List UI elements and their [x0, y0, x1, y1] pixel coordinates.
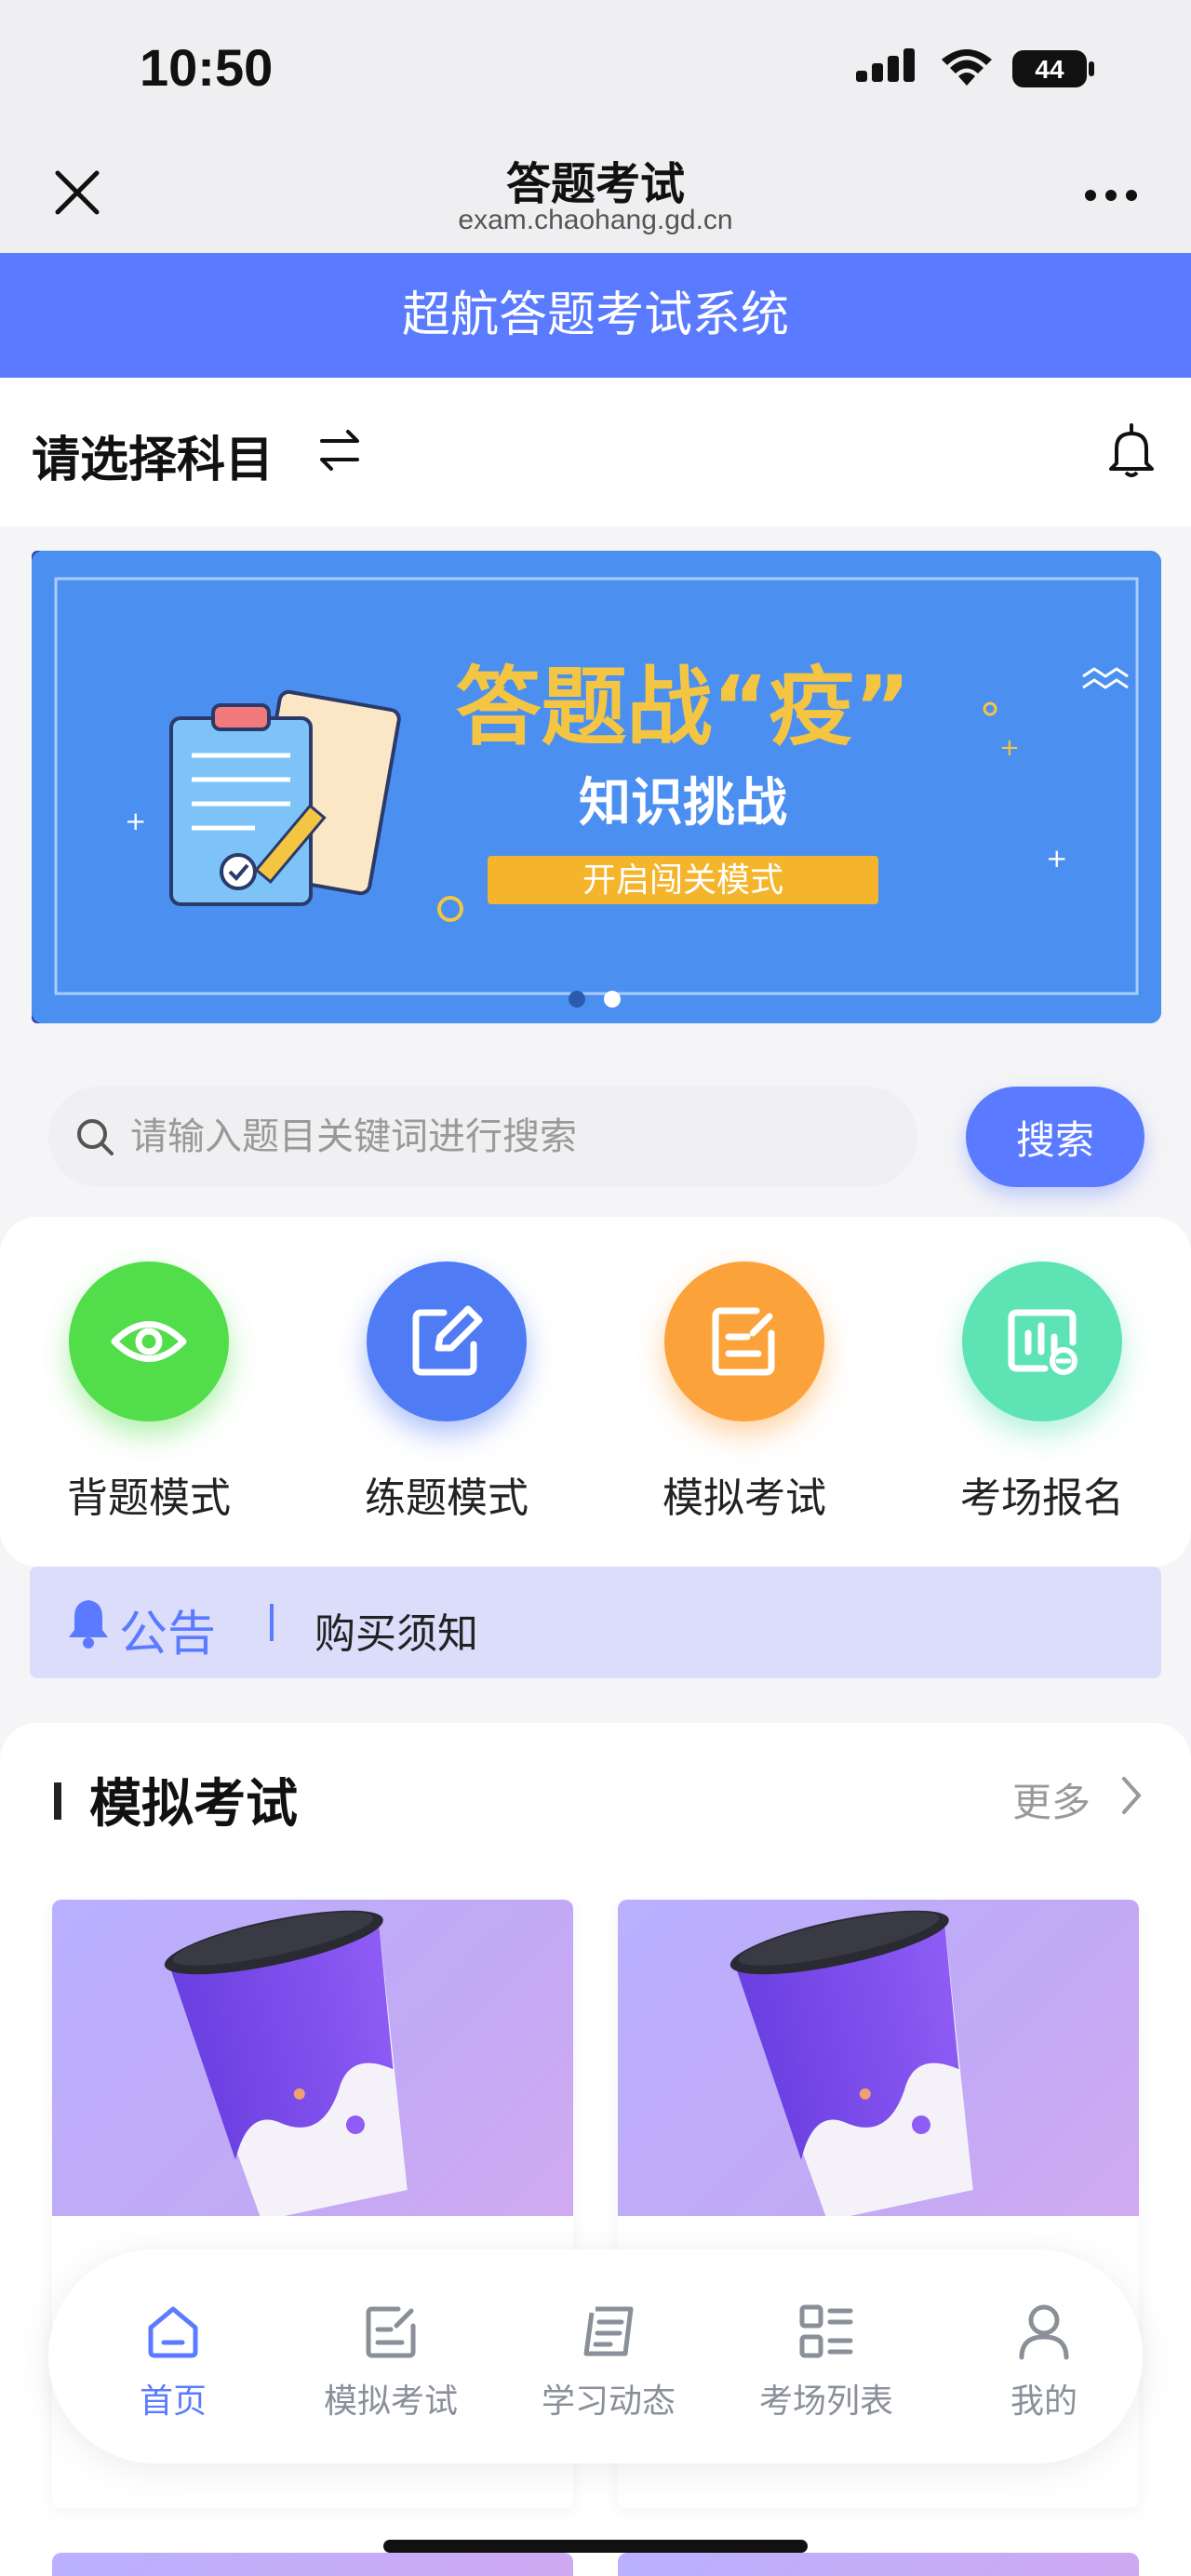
- mode-label: 模拟考试: [662, 1475, 826, 1522]
- mode-exam-registration[interactable]: 考场报名: [930, 1261, 1154, 1524]
- tab-home[interactable]: 首页: [80, 2302, 266, 2423]
- more-icon[interactable]: [1083, 188, 1139, 203]
- notice-bell-icon: [69, 1600, 108, 1648]
- cellular-signal-icon: [856, 48, 915, 82]
- notice-divider: [270, 1604, 274, 1641]
- app-title-bar: 超航答题考试系统: [0, 253, 1191, 378]
- edit-icon: [367, 1261, 527, 1421]
- page-url: exam.chaohang.gd.cn: [458, 205, 733, 235]
- banner-subtitle: 知识挑战: [579, 773, 787, 834]
- tab-label: 我的: [1010, 2382, 1077, 2421]
- chevron-right-icon[interactable]: [1118, 1775, 1144, 1816]
- mode-label: 背题模式: [67, 1475, 231, 1522]
- mode-label: 考场报名: [960, 1475, 1124, 1522]
- banner-carousel[interactable]: + + + 答题战“疫” 知识挑战 开启闯关模式: [32, 551, 1161, 1023]
- exam-card-peek: [52, 2553, 573, 2576]
- search-icon: [77, 1119, 114, 1155]
- exam-edit-icon: [366, 2306, 416, 2358]
- section-marker: [54, 1782, 61, 1820]
- bottom-tab-bar: 首页 模拟考试 学习动态 考场列表 我的: [48, 2249, 1143, 2463]
- exam-card-image: [618, 1900, 1139, 2222]
- notice-bar[interactable]: 公告 购买须知: [30, 1567, 1161, 1678]
- banner-headline: 答题战“疫”: [456, 658, 911, 757]
- search-box[interactable]: [48, 1087, 917, 1187]
- carousel-dot-1: [569, 991, 585, 1008]
- banner-cta: 开启闯关模式: [582, 861, 783, 900]
- exam-card-image: [52, 1900, 573, 2222]
- subject-selector[interactable]: 请选择科目: [0, 378, 1191, 527]
- exam-paper-icon: [664, 1261, 824, 1421]
- bell-icon[interactable]: [1107, 422, 1156, 478]
- tab-label: 首页: [139, 2382, 207, 2421]
- browser-header: 答题考试 exam.chaohang.gd.cn: [0, 140, 1191, 253]
- banner-artwork: + + + 答题战“疫” 知识挑战 开启闯关模式: [32, 551, 1161, 1023]
- tab-label: 模拟考试: [323, 2382, 458, 2421]
- home-icon: [148, 2306, 198, 2358]
- section-title: 模拟考试: [89, 1774, 298, 1835]
- eye-icon: [69, 1261, 229, 1421]
- home-indicator: [383, 2540, 808, 2553]
- svg-text:+: +: [125, 806, 146, 836]
- mode-grid: 背题模式 练题模式 模拟考试 考场报名: [0, 1217, 1191, 1567]
- status-time: 10:50: [140, 38, 274, 97]
- tab-label: 学习动态: [541, 2382, 676, 2421]
- battery-level: 44: [1035, 55, 1064, 84]
- news-icon: [583, 2306, 634, 2356]
- tab-mine[interactable]: 我的: [951, 2302, 1137, 2423]
- tab-mock-exam[interactable]: 模拟考试: [298, 2302, 484, 2423]
- tab-label: 考场列表: [758, 2382, 893, 2421]
- swap-icon[interactable]: [316, 424, 363, 476]
- list-grid-icon: [799, 2304, 853, 2358]
- exam-card-peek: [618, 2553, 1139, 2576]
- tab-exam-list[interactable]: 考场列表: [733, 2302, 919, 2423]
- wifi-icon: [942, 49, 992, 86]
- tab-learning-news[interactable]: 学习动态: [515, 2302, 702, 2423]
- subject-label[interactable]: 请选择科目: [32, 420, 274, 490]
- status-bar: 10:50 44: [0, 0, 1191, 140]
- battery-icon: 44: [1012, 50, 1094, 87]
- notice-tag: 公告: [119, 1607, 217, 1662]
- search-input[interactable]: [130, 1087, 893, 1187]
- mode-mock-exam[interactable]: 模拟考试: [633, 1261, 856, 1524]
- svg-text:+: +: [1046, 843, 1067, 874]
- svg-text:+: +: [999, 734, 1020, 762]
- clipboard-illustration: [169, 689, 401, 906]
- mode-label: 练题模式: [365, 1475, 529, 1522]
- page-title: 答题考试: [505, 158, 685, 210]
- page-content: 请选择科目 + + + 答题战“疫” 知识挑战 开启闯关模式 请输入题目关键词进…: [0, 378, 1191, 2576]
- mode-recite[interactable]: 背题模式: [37, 1261, 261, 1524]
- search-button[interactable]: 搜索: [966, 1087, 1144, 1187]
- more-link[interactable]: 更多: [1012, 1771, 1091, 1828]
- carousel-dot-2: [604, 991, 621, 1008]
- mode-practice[interactable]: 练题模式: [335, 1261, 558, 1524]
- notice-text[interactable]: 购买须知: [314, 1600, 478, 1660]
- chart-board-icon: [962, 1261, 1122, 1421]
- user-icon: [1019, 2304, 1069, 2360]
